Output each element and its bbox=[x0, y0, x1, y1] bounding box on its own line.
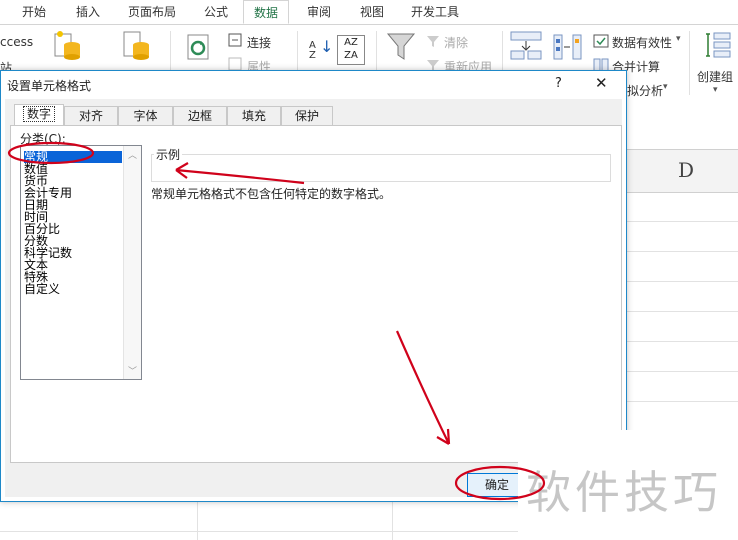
annotation-arrow bbox=[175, 168, 305, 185]
annotation-arrow bbox=[395, 330, 450, 445]
tab-number[interactable]: 数字 bbox=[14, 104, 64, 125]
highlight-ellipse bbox=[7, 141, 95, 165]
annotation-overlay bbox=[7, 141, 546, 501]
highlight-ellipse bbox=[454, 465, 546, 501]
